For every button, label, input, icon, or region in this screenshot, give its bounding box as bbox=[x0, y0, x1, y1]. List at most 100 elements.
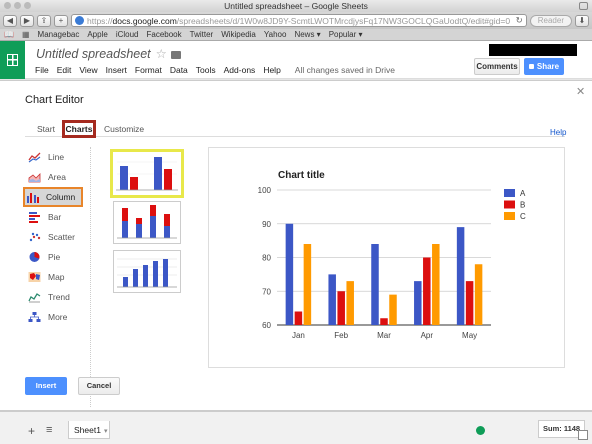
bar-C-Mar[interactable] bbox=[389, 294, 397, 325]
reload-icon[interactable]: ↻ bbox=[516, 15, 523, 26]
chart-type-column[interactable]: Column bbox=[23, 187, 83, 207]
bar-C-May[interactable] bbox=[474, 264, 483, 325]
chart-type-pie[interactable]: Pie bbox=[25, 247, 91, 267]
bar-A-Mar[interactable] bbox=[371, 244, 379, 325]
chart-type-area[interactable]: Area bbox=[25, 167, 91, 187]
bar-C-Feb[interactable] bbox=[346, 281, 354, 325]
y-tick-label: 60 bbox=[262, 321, 271, 330]
close-icon[interactable]: ✕ bbox=[576, 85, 585, 98]
tab-charts[interactable]: Charts bbox=[62, 120, 96, 138]
folder-icon[interactable] bbox=[170, 50, 181, 59]
thumbnail-stacked-column[interactable] bbox=[113, 201, 181, 244]
menu-item-tools[interactable]: Tools bbox=[196, 65, 216, 75]
bookmark-item[interactable]: Twitter bbox=[190, 30, 214, 39]
bar-A-Feb[interactable] bbox=[328, 274, 336, 325]
trend-chart-icon bbox=[28, 293, 41, 303]
insert-button[interactable]: Insert bbox=[25, 377, 67, 395]
sheet-list-icon[interactable]: ≡ bbox=[46, 424, 52, 436]
chart-type-line[interactable]: Line bbox=[25, 147, 91, 167]
bar-C-Jan[interactable] bbox=[303, 244, 312, 325]
bookmark-item[interactable]: News ▾ bbox=[294, 30, 320, 39]
line-chart-icon bbox=[28, 152, 41, 163]
sheet-tab[interactable]: Sheet1 ▾ bbox=[68, 421, 110, 439]
bookmark-item[interactable]: Wikipedia bbox=[221, 30, 256, 39]
share-page-icon[interactable]: ⇪ bbox=[37, 14, 51, 27]
menu-item-edit[interactable]: Edit bbox=[57, 65, 72, 75]
thumbnail-clustered-column[interactable] bbox=[110, 149, 184, 198]
menu-item-data[interactable]: Data bbox=[170, 65, 188, 75]
chart-editor-dialog: Chart Editor ✕ Start Charts Customize He… bbox=[0, 80, 592, 411]
menu-item-file[interactable]: File bbox=[35, 65, 49, 75]
tab-customize[interactable]: Customize bbox=[104, 124, 144, 134]
column-chart: Chart title 60708090100 Jan Feb Mar Apr May … bbox=[258, 170, 526, 340]
legend-swatch bbox=[504, 212, 515, 220]
legend-label: C bbox=[520, 212, 526, 221]
grid-icon[interactable]: ▦ bbox=[22, 30, 30, 39]
menu-item-view[interactable]: View bbox=[79, 65, 97, 75]
thumbnail-percent-column[interactable] bbox=[113, 250, 181, 293]
bookmark-item[interactable]: Yahoo bbox=[264, 30, 287, 39]
sync-status-icon bbox=[476, 426, 485, 435]
menu-item-insert[interactable]: Insert bbox=[106, 65, 127, 75]
explore-icon[interactable] bbox=[578, 430, 588, 440]
sheets-logo-icon[interactable] bbox=[0, 41, 25, 79]
chart-type-trend[interactable]: Trend bbox=[25, 287, 91, 307]
chart-type-more[interactable]: More bbox=[25, 307, 91, 327]
legend-label: B bbox=[520, 201, 525, 210]
menu-item-format[interactable]: Format bbox=[135, 65, 162, 75]
help-link[interactable]: Help bbox=[550, 128, 566, 137]
bookmark-item[interactable]: Facebook bbox=[147, 30, 182, 39]
browser-toolbar: ◀ ▶ ⇪ + https://docs.google.com/spreadsh… bbox=[0, 12, 592, 29]
bar-A-Apr[interactable] bbox=[414, 281, 422, 325]
bar-B-Mar[interactable] bbox=[380, 318, 388, 325]
chart-type-map[interactable]: Map bbox=[25, 267, 91, 287]
add-sheet-icon[interactable]: + bbox=[28, 424, 35, 438]
chevron-down-icon[interactable]: ▾ bbox=[104, 428, 108, 435]
zoom-window-icon[interactable] bbox=[24, 2, 31, 9]
globe-icon bbox=[75, 16, 84, 25]
menu-item-add-ons[interactable]: Add-ons bbox=[224, 65, 256, 75]
share-button[interactable]: Share bbox=[524, 58, 564, 75]
bookmark-item[interactable]: Apple bbox=[87, 30, 107, 39]
comments-button[interactable]: Comments bbox=[474, 58, 520, 75]
y-tick-label: 70 bbox=[262, 287, 271, 296]
bookmark-item[interactable]: Managebac bbox=[38, 30, 80, 39]
back-icon[interactable]: ◀ bbox=[3, 14, 17, 27]
x-tick-label: Feb bbox=[334, 331, 348, 340]
bar-B-Apr[interactable] bbox=[423, 257, 431, 326]
x-tick-label: Apr bbox=[421, 331, 434, 340]
chart-title: Chart title bbox=[278, 170, 325, 181]
new-tab-icon[interactable]: + bbox=[54, 14, 68, 27]
cancel-button[interactable]: Cancel bbox=[78, 377, 120, 395]
bar-A-Jan[interactable] bbox=[285, 223, 294, 325]
window-titlebar: Untitled spreadsheet – Google Sheets bbox=[0, 0, 592, 12]
legend-swatch bbox=[504, 200, 515, 209]
menu-item-help[interactable]: Help bbox=[263, 65, 280, 75]
bookmark-item[interactable]: Popular ▾ bbox=[329, 30, 363, 39]
minimize-window-icon[interactable] bbox=[14, 2, 21, 9]
column-chart-icon bbox=[27, 193, 39, 203]
bar-C-Apr[interactable] bbox=[432, 244, 440, 325]
window-controls[interactable] bbox=[4, 2, 31, 9]
book-icon[interactable]: 📖 bbox=[4, 30, 14, 39]
downloads-icon[interactable]: ⬇ bbox=[575, 14, 589, 27]
bar-A-May[interactable] bbox=[456, 227, 465, 325]
chart-type-scatter[interactable]: Scatter bbox=[25, 227, 91, 247]
chart-preview: Chart title 60 70 80 90 100 Jan Feb Mar Apr May … bbox=[208, 147, 565, 368]
fullscreen-icon[interactable] bbox=[579, 2, 588, 10]
tab-start[interactable]: Start bbox=[37, 124, 55, 134]
chart-type-bar[interactable]: Bar bbox=[25, 207, 91, 227]
bar-B-Jan[interactable] bbox=[294, 311, 303, 326]
y-tick-label: 80 bbox=[262, 254, 271, 263]
forward-icon[interactable]: ▶ bbox=[20, 14, 34, 27]
bar-B-May[interactable] bbox=[465, 281, 474, 325]
y-tick-label: 100 bbox=[258, 186, 272, 195]
scatter-chart-icon bbox=[29, 232, 41, 242]
address-bar[interactable]: https://docs.google.com/spreadsheets/d/1… bbox=[71, 14, 527, 27]
document-title[interactable]: Untitled spreadsheet bbox=[36, 47, 151, 61]
bookmark-item[interactable]: iCloud bbox=[116, 30, 139, 39]
star-icon[interactable]: ☆ bbox=[156, 47, 167, 61]
bar-B-Feb[interactable] bbox=[337, 291, 345, 325]
reader-button[interactable]: Reader bbox=[529, 14, 572, 27]
close-window-icon[interactable] bbox=[4, 2, 11, 9]
